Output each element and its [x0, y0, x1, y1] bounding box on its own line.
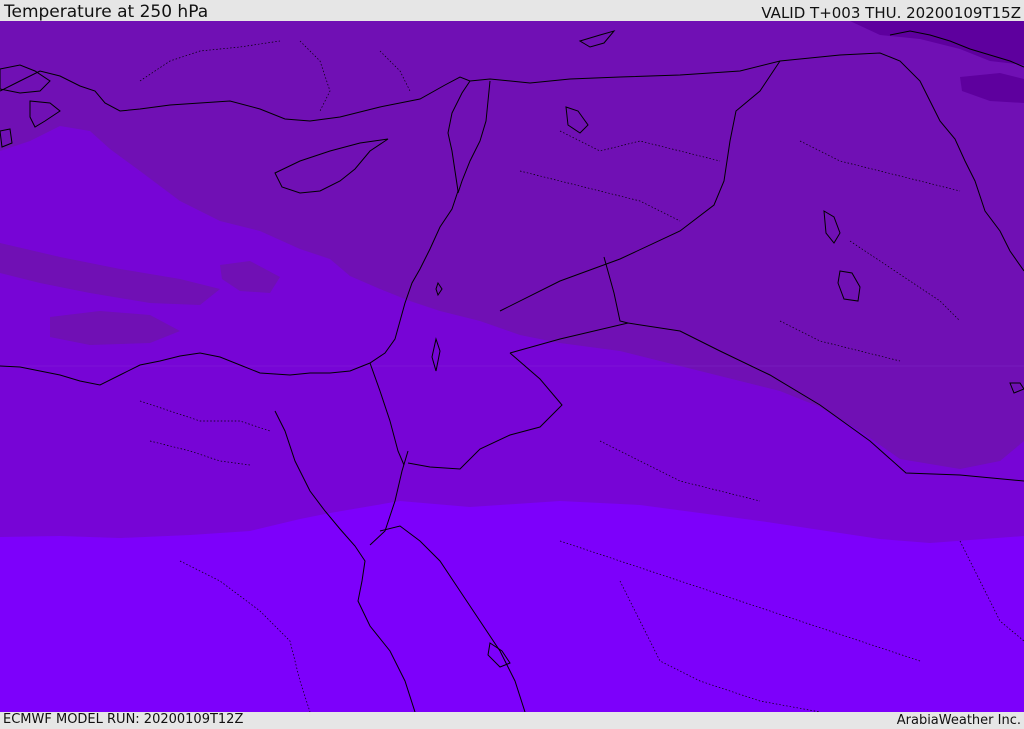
footer-bar: ECMWF MODEL RUN: 20200109T12Z ArabiaWeat… [0, 712, 1024, 729]
header-bar: Temperature at 250 hPa VALID T+003 THU. … [0, 0, 1024, 21]
map-title: Temperature at 250 hPa [4, 2, 209, 21]
map-canvas [0, 21, 1024, 712]
credit-label: ArabiaWeather Inc. [896, 713, 1021, 728]
weather-map[interactable] [0, 21, 1024, 712]
model-run-label: ECMWF MODEL RUN: 20200109T12Z [3, 712, 244, 727]
valid-time-label: VALID T+003 THU. 20200109T15Z [761, 4, 1021, 21]
